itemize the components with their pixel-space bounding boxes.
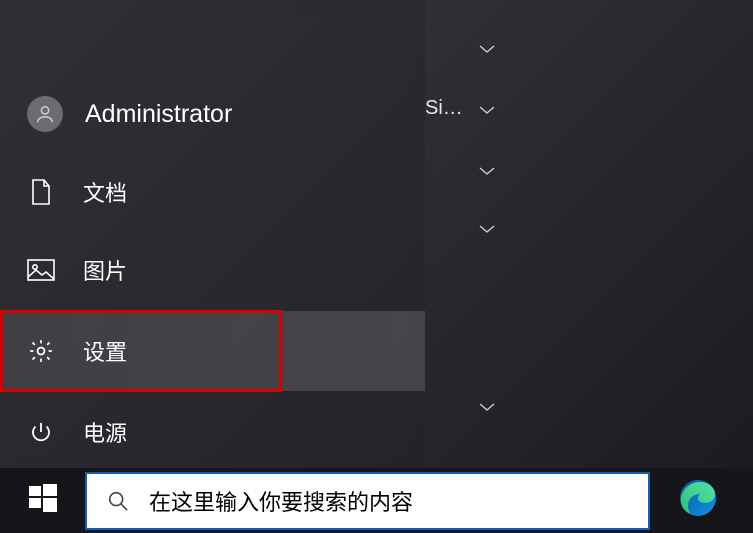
search-placeholder-text: 在这里输入你要搜索的内容 xyxy=(149,485,413,517)
chevron-down-icon[interactable] xyxy=(478,103,496,121)
chevron-down-icon[interactable] xyxy=(478,222,496,240)
power-icon xyxy=(27,418,55,446)
windows-logo-icon xyxy=(29,484,57,517)
start-tiles-area: Si… xyxy=(425,0,515,468)
power-item[interactable]: 电源 xyxy=(0,406,425,458)
settings-item[interactable]: 设置 xyxy=(0,311,425,391)
search-icon xyxy=(105,488,131,514)
avatar-icon xyxy=(27,96,63,132)
document-icon xyxy=(27,178,55,206)
chevron-down-icon[interactable] xyxy=(478,400,496,418)
chevron-down-icon[interactable] xyxy=(478,164,496,182)
taskbar: 在这里输入你要搜索的内容 xyxy=(0,468,753,533)
edge-icon xyxy=(678,478,718,523)
start-button[interactable] xyxy=(0,468,85,533)
edge-browser-button[interactable] xyxy=(662,468,734,533)
truncated-tile-label: Si… xyxy=(425,97,463,120)
gear-icon xyxy=(27,337,55,365)
pictures-label: 图片 xyxy=(83,254,127,286)
power-label: 电源 xyxy=(83,416,127,448)
user-name-label: Administrator xyxy=(85,100,232,129)
documents-label: 文档 xyxy=(83,176,127,208)
chevron-down-icon[interactable] xyxy=(478,42,496,60)
taskbar-search-box[interactable]: 在这里输入你要搜索的内容 xyxy=(85,472,650,530)
start-menu-list: Administrator 文档 图片 xyxy=(0,88,425,296)
user-account-item[interactable]: Administrator xyxy=(0,88,425,140)
settings-label: 设置 xyxy=(83,335,127,367)
pictures-icon xyxy=(27,256,55,284)
documents-item[interactable]: 文档 xyxy=(0,166,425,218)
pictures-item[interactable]: 图片 xyxy=(0,244,425,296)
start-menu-panel: Administrator 文档 图片 xyxy=(0,0,425,468)
